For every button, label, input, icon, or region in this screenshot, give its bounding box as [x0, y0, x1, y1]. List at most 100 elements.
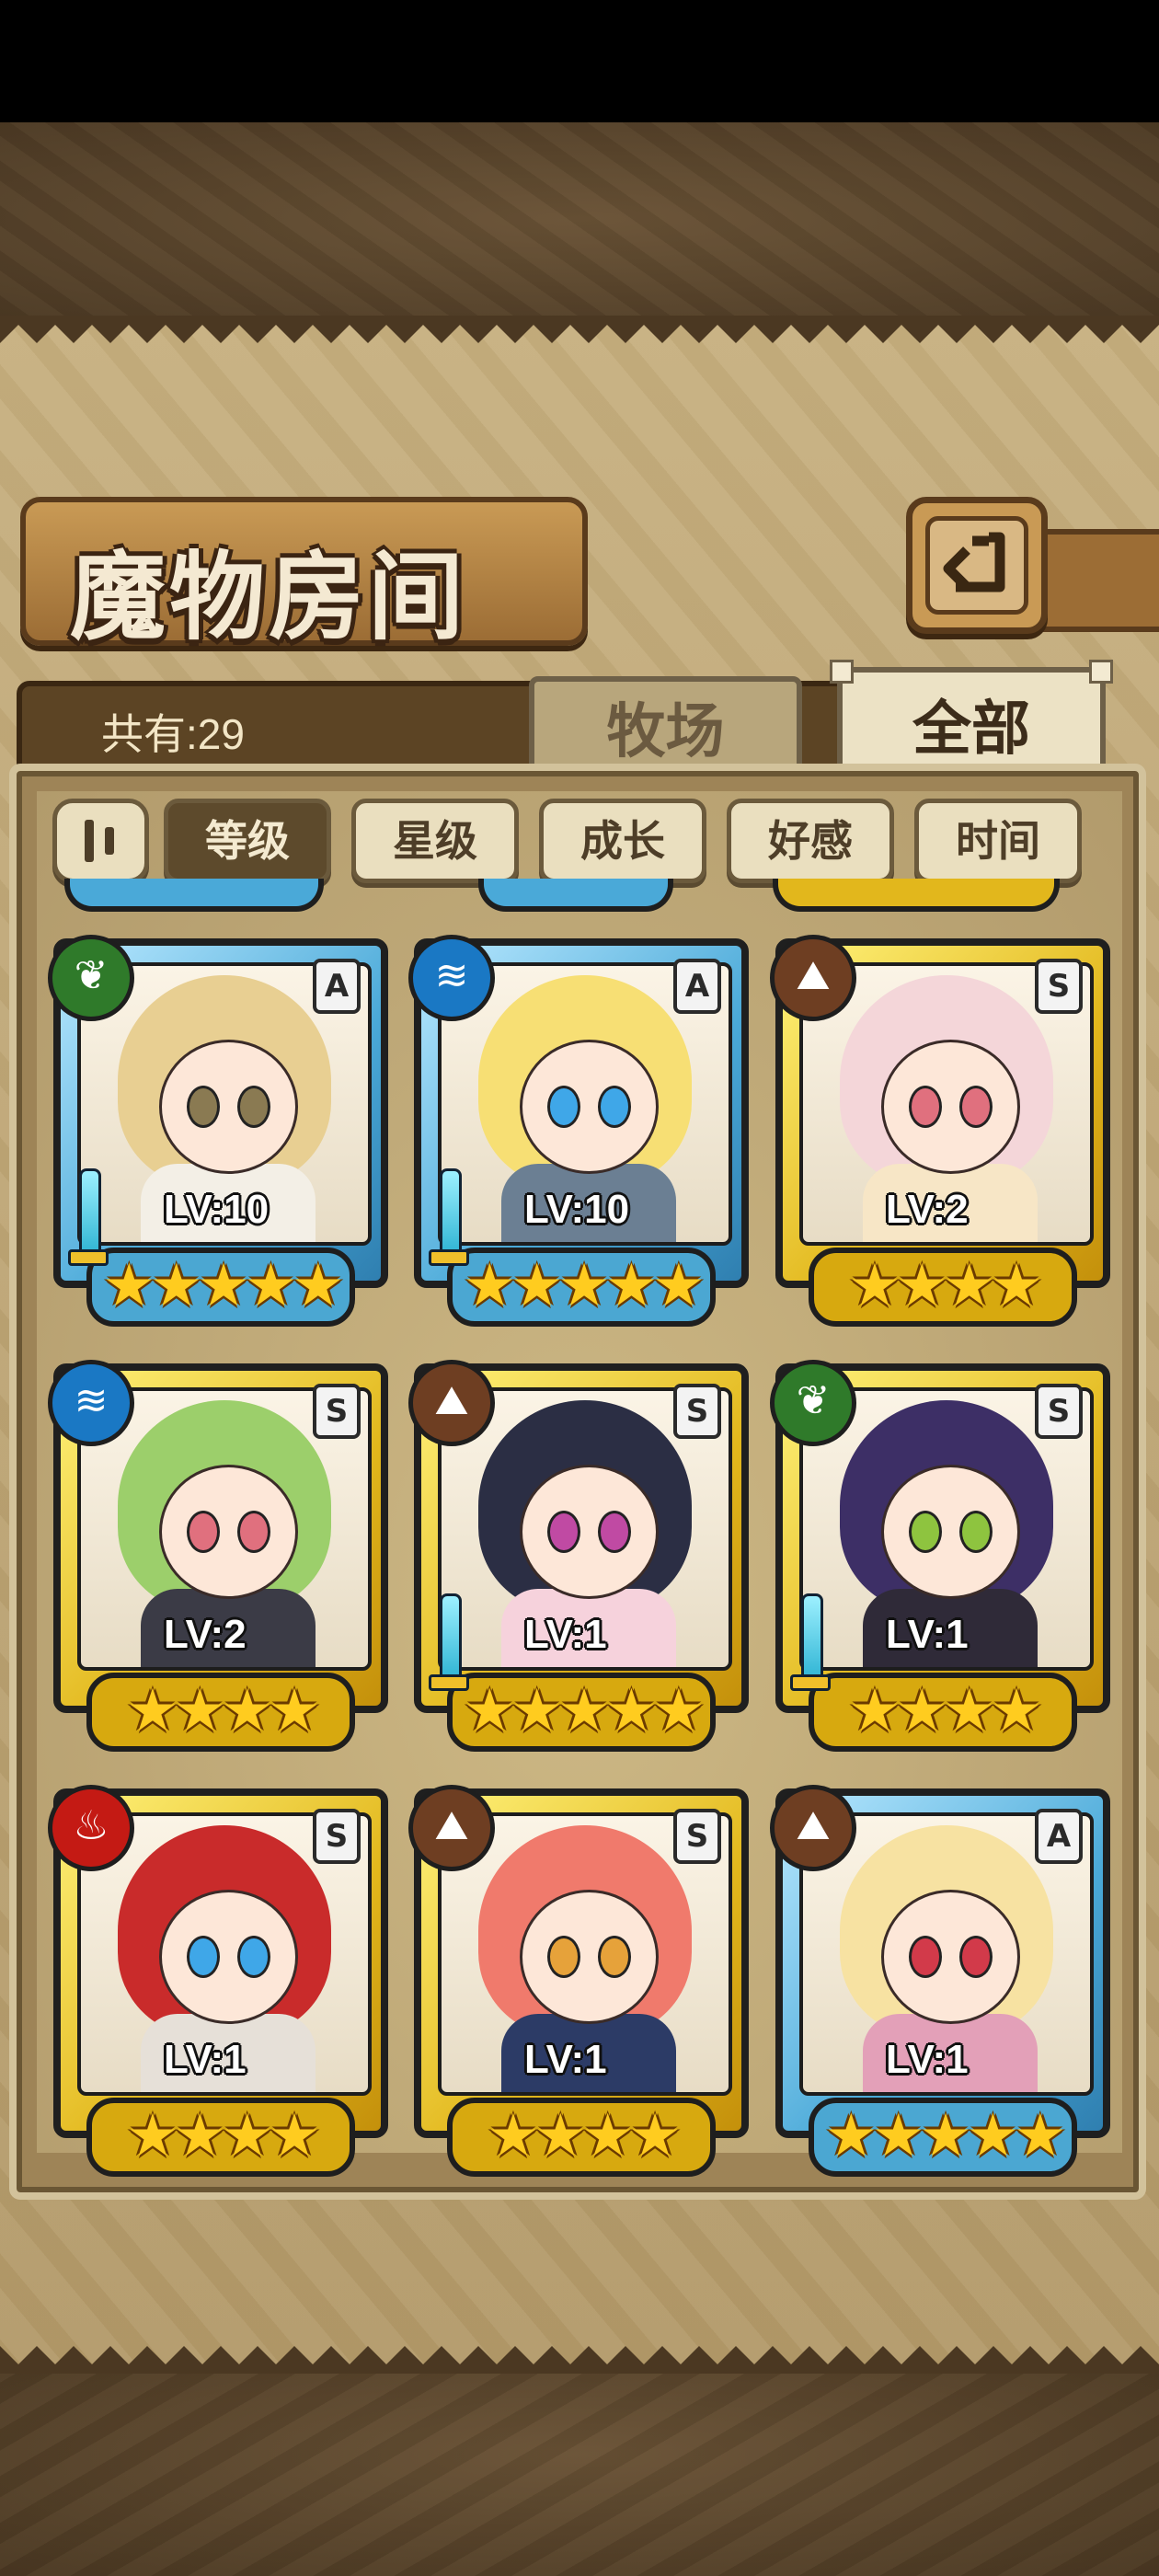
title-plate: 魔物房间 — [20, 497, 588, 653]
portrait-eye — [547, 1086, 580, 1128]
filter-affection-label: 好感 — [768, 816, 853, 866]
monster-level: LV:10 — [164, 1187, 270, 1232]
weapon-sword-icon — [429, 1593, 469, 1704]
portrait-eye — [237, 1086, 270, 1128]
portrait-eye — [187, 1936, 220, 1978]
monster-card[interactable]: S ♨ LV:1 ★★★★ — [48, 1785, 388, 2184]
portrait-eye — [237, 1511, 270, 1553]
tab-all-label: 全部 — [912, 696, 1030, 764]
page-title: 魔物房间 — [70, 540, 468, 653]
monster-card[interactable]: S ≋ LV:2 ★★★★ — [48, 1360, 388, 1759]
filter-affection[interactable]: 好感 — [727, 799, 894, 883]
weapon-sword-icon — [429, 1168, 469, 1279]
portrait-eye — [598, 1511, 631, 1553]
back-button-face — [925, 516, 1028, 615]
fire-element-icon: ♨ — [48, 1785, 134, 1871]
sort-bar — [85, 820, 94, 862]
monster-card[interactable]: A ⛰ LV:1 ★★★★★ — [770, 1785, 1110, 2184]
portrait-eye — [909, 1511, 942, 1553]
sort-bar — [105, 827, 114, 855]
star-rating: ★★★★ — [126, 2102, 321, 2170]
monster-level: LV:2 — [886, 1187, 969, 1232]
card-peek — [64, 879, 324, 912]
monster-card[interactable]: S ⛰ LV:1 ★★★★★ — [408, 1360, 749, 1759]
portrait-eye — [237, 1936, 270, 1978]
portrait-face — [520, 1465, 659, 1599]
tab-ranch-label: 牧场 — [606, 698, 725, 766]
monster-card[interactable]: A ≋ LV:10 ★★★★★ — [408, 935, 749, 1334]
filter-growth-label: 成长 — [580, 816, 665, 866]
grade-badge: S — [313, 1809, 361, 1864]
grade-badge: S — [673, 1384, 721, 1439]
star-rating-bar: ★★★★ — [809, 1248, 1077, 1327]
portrait-face — [159, 1890, 298, 2024]
status-bar — [0, 0, 1159, 122]
filter-growth[interactable]: 成长 — [539, 799, 706, 883]
star-rating: ★★★★ — [848, 1252, 1043, 1320]
water-element-icon: ≋ — [48, 1360, 134, 1446]
back-button[interactable] — [906, 497, 1048, 634]
panel-bottom-edge — [0, 2346, 1159, 2374]
filter-stars[interactable]: 星级 — [351, 799, 519, 883]
star-rating: ★★★★★ — [824, 2102, 1067, 2170]
star-rating-bar: ★★★★★ — [447, 1673, 716, 1752]
earth-element-icon: ⛰ — [408, 1785, 495, 1871]
weapon-sword-icon — [790, 1593, 831, 1704]
portrait-face — [881, 1465, 1020, 1599]
monster-level: LV:1 — [164, 2037, 247, 2082]
star-rating: ★★★★★ — [102, 1252, 345, 1320]
earth-element-icon: ⛰ — [770, 935, 856, 1021]
portrait-eye — [547, 1936, 580, 1978]
filter-stars-label: 星级 — [393, 816, 477, 866]
monster-card[interactable]: S ⛰ LV:2 ★★★★ — [770, 935, 1110, 1334]
earth-element-icon: ⛰ — [408, 1360, 495, 1446]
portrait-eye — [598, 1086, 631, 1128]
filter-time[interactable]: 时间 — [914, 799, 1082, 883]
star-rating-bar: ★★★★★ — [809, 2098, 1077, 2177]
monster-level: LV:1 — [886, 1612, 969, 1657]
portrait-eye — [547, 1511, 580, 1553]
portrait-face — [520, 1040, 659, 1174]
star-rating: ★★★★★ — [463, 1252, 706, 1320]
star-rating-bar: ★★★★★ — [447, 1248, 716, 1327]
grade-badge: A — [1035, 1809, 1083, 1864]
monster-count: 共有:29 — [101, 710, 245, 758]
grade-badge: S — [1035, 959, 1083, 1014]
game-screen: 魔物房间 共有:29 牧场 全部 等级 星级 成长 好感 时间 A ❦ LV:1… — [0, 0, 1159, 2576]
monster-level: LV:1 — [886, 2037, 969, 2082]
star-rating-bar: ★★★★ — [447, 2098, 716, 2177]
portrait-eye — [187, 1511, 220, 1553]
portrait-face — [159, 1465, 298, 1599]
grade-badge: A — [313, 959, 361, 1014]
portrait-eye — [598, 1936, 631, 1978]
star-rating: ★★★★★ — [463, 1677, 706, 1745]
monster-card[interactable]: A ❦ LV:10 ★★★★★ — [48, 935, 388, 1334]
portrait-face — [881, 1040, 1020, 1174]
grade-badge: S — [313, 1384, 361, 1439]
portrait-eye — [909, 1086, 942, 1128]
portrait-face — [881, 1890, 1020, 2024]
filter-level-label: 等级 — [205, 816, 290, 866]
filter-level[interactable]: 等级 — [164, 799, 331, 883]
card-peek — [478, 879, 673, 912]
map-background-top — [0, 122, 1159, 316]
sort-order-toggle[interactable] — [52, 799, 149, 883]
card-peek — [773, 879, 1060, 912]
grade-badge: S — [1035, 1384, 1083, 1439]
grass-element-icon: ❦ — [770, 1360, 856, 1446]
portrait-eye — [959, 1511, 993, 1553]
map-background-bottom — [0, 2374, 1159, 2576]
monster-level: LV:2 — [164, 1612, 247, 1657]
grade-badge: S — [673, 1809, 721, 1864]
monster-card[interactable]: S ⛰ LV:1 ★★★★ — [408, 1785, 749, 2184]
tab-corner-ornament — [830, 660, 854, 684]
star-rating: ★★★★ — [487, 2102, 682, 2170]
tab-corner-ornament — [1089, 660, 1113, 684]
monster-card[interactable]: S ❦ LV:1 ★★★★ — [770, 1360, 1110, 1759]
panel-top-edge — [0, 316, 1159, 343]
star-rating-bar: ★★★★★ — [86, 1248, 355, 1327]
portrait-face — [159, 1040, 298, 1174]
grade-badge: A — [673, 959, 721, 1014]
water-element-icon: ≋ — [408, 935, 495, 1021]
monster-level: LV:1 — [524, 2037, 607, 2082]
